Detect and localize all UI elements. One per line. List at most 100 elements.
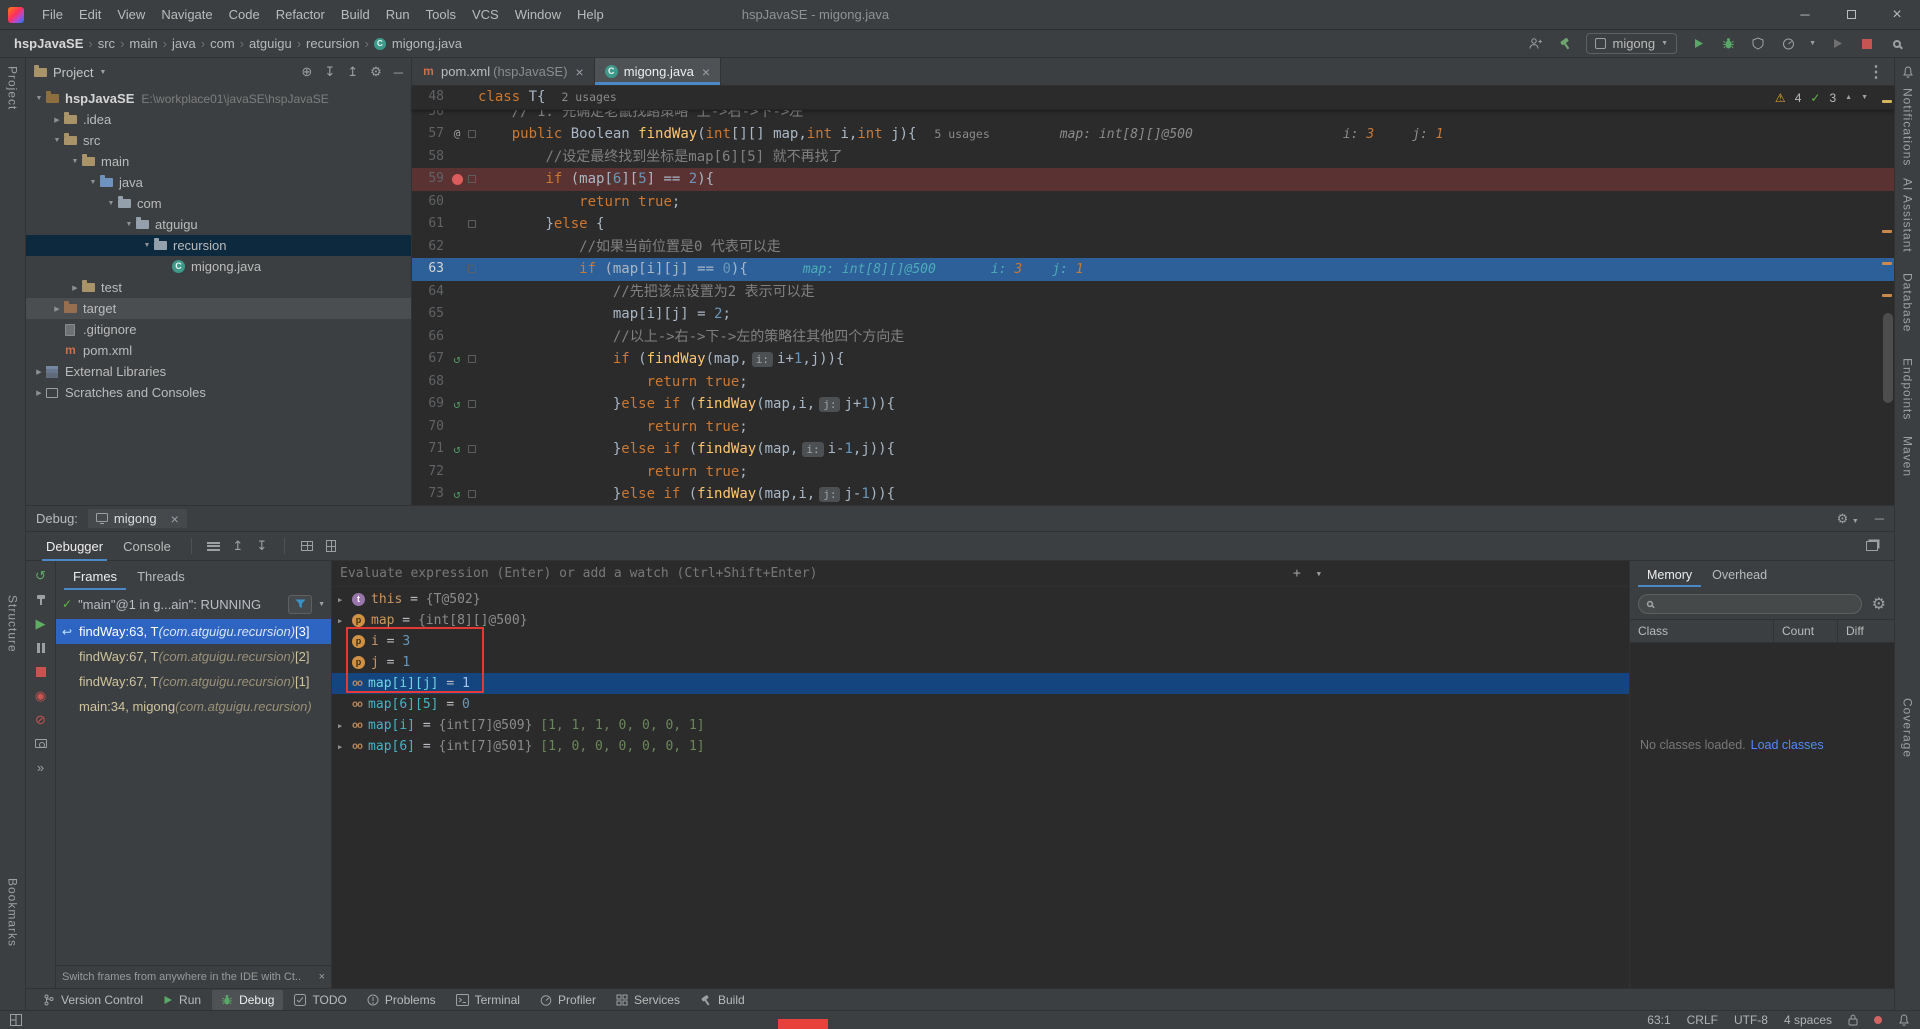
- menu-edit[interactable]: Edit: [71, 0, 109, 30]
- code-line-63[interactable]: 63 if (map[i][j] == 0){map: int[8][]@500…: [412, 258, 1894, 281]
- caret-icon[interactable]: ▶: [68, 284, 82, 292]
- add-watch-icon[interactable]: +: [1293, 566, 1301, 581]
- lock-icon[interactable]: [1848, 1014, 1858, 1026]
- tool-window-switcher-icon[interactable]: [10, 1014, 22, 1026]
- locate-file-icon[interactable]: ⊕: [301, 64, 312, 80]
- caret-icon[interactable]: ▼: [140, 242, 154, 249]
- project-view-chevron-icon[interactable]: ▼: [99, 69, 106, 76]
- code-line-68[interactable]: 68 return true;: [412, 371, 1894, 394]
- code-line-67[interactable]: 67↺ if (findWay(map,i:i+1,j)){: [412, 348, 1894, 371]
- user-plus-icon[interactable]: [1526, 35, 1544, 53]
- load-classes-link[interactable]: Load classes: [1751, 738, 1824, 752]
- fold-icon[interactable]: [466, 130, 478, 138]
- settings-gear-icon[interactable]: ⚙ ▼: [1837, 511, 1859, 527]
- tree-item-external-libraries[interactable]: ▶External Libraries: [26, 361, 411, 382]
- code-line-59[interactable]: 59 if (map[6][5] == 2){: [412, 168, 1894, 191]
- menu-tools[interactable]: Tools: [418, 0, 464, 30]
- minimize-button[interactable]: ─: [1782, 0, 1828, 30]
- tab-console[interactable]: Console: [113, 532, 181, 561]
- caret-icon[interactable]: ▶: [32, 389, 46, 397]
- thread-selector[interactable]: ✓ "main"@1 in g...ain": RUNNING ▼: [56, 591, 331, 617]
- tree-item-hspjavase[interactable]: ▼hspJavaSEE:\workplace01\javaSE\hspJavaS…: [26, 88, 411, 109]
- variable-row-mapi[interactable]: ▶oomap[i] = {int[7]@509} [1, 1, 1, 0, 0,…: [332, 715, 1629, 736]
- prev-problem-icon[interactable]: ▲: [1845, 94, 1852, 101]
- fold-icon[interactable]: [466, 490, 478, 498]
- code-line-57[interactable]: 57@ public Boolean findWay(int[][] map,i…: [412, 123, 1894, 146]
- status-63-1[interactable]: 63:1: [1647, 1013, 1670, 1027]
- rerun-icon[interactable]: ↺: [31, 567, 51, 584]
- mute-breakpoints-icon[interactable]: ⊘: [31, 711, 51, 728]
- stripe-bookmarks[interactable]: Bookmarks: [0, 878, 25, 947]
- close-icon[interactable]: ×: [576, 65, 584, 79]
- error-stripe-mark[interactable]: [1882, 100, 1892, 103]
- stripe-endpoints[interactable]: Endpoints: [1895, 358, 1920, 420]
- status-utf-8[interactable]: UTF-8: [1734, 1013, 1768, 1027]
- search-everywhere-button[interactable]: [1888, 35, 1906, 53]
- code-line-70[interactable]: 70 return true;: [412, 416, 1894, 439]
- thread-dump-icon[interactable]: [31, 735, 51, 752]
- caret-icon[interactable]: ▼: [104, 200, 118, 207]
- layout-menu-icon[interactable]: [202, 536, 226, 556]
- breadcrumb-item[interactable]: src: [98, 36, 115, 51]
- settings-icon[interactable]: ⚙: [370, 64, 382, 80]
- tab-options-icon[interactable]: ⋮: [1858, 58, 1894, 85]
- evaluate-expression-bar[interactable]: Evaluate expression (Enter) or add a wat…: [332, 561, 1629, 587]
- toolbar-debug[interactable]: Debug: [212, 990, 283, 1010]
- caret-icon[interactable]: ▼: [50, 137, 64, 144]
- hide-panel-icon[interactable]: ─: [394, 65, 403, 80]
- code-line-71[interactable]: 71↺ }else if (findWay(map,i:i-1,j)){: [412, 438, 1894, 461]
- variable-row-mapij[interactable]: oomap[i][j] = 1: [332, 673, 1629, 694]
- rerun-button-disabled[interactable]: [1828, 35, 1846, 53]
- tree-item-atguigu[interactable]: ▼atguigu: [26, 214, 411, 235]
- caret-icon[interactable]: ▶: [338, 743, 352, 751]
- ide-error-indicator-icon[interactable]: [1874, 1016, 1882, 1024]
- stripe-structure[interactable]: Structure: [0, 595, 25, 653]
- error-stripe-mark[interactable]: [1882, 230, 1892, 233]
- tab-memory[interactable]: Memory: [1638, 563, 1701, 587]
- restore-layout-icon[interactable]: [1860, 536, 1884, 556]
- watches-table-icon[interactable]: [295, 536, 319, 556]
- close-icon[interactable]: ×: [171, 512, 179, 526]
- build-hammer-icon[interactable]: [1556, 35, 1574, 53]
- stripe-ai-assistant[interactable]: AI Assistant: [1895, 178, 1920, 253]
- breadcrumb-item[interactable]: hspJavaSE: [14, 36, 83, 51]
- thread-dropdown-icon[interactable]: ▼: [318, 601, 325, 608]
- notifications-bell-icon[interactable]: [1895, 66, 1920, 78]
- status-4-spaces[interactable]: 4 spaces: [1784, 1013, 1832, 1027]
- code-line-73[interactable]: 73↺ }else if (findWay(map,i,j:j-1)){: [412, 483, 1894, 505]
- menu-navigate[interactable]: Navigate: [153, 0, 220, 30]
- caret-icon[interactable]: ▶: [50, 305, 64, 313]
- breakpoint-icon[interactable]: [452, 174, 463, 185]
- breadcrumb-item[interactable]: com: [210, 36, 235, 51]
- caret-icon[interactable]: ▶: [50, 116, 64, 124]
- editor-scrollbar[interactable]: [1883, 313, 1893, 403]
- caret-icon[interactable]: ▶: [338, 617, 352, 625]
- column-header-class[interactable]: Class: [1630, 620, 1774, 642]
- caret-icon[interactable]: ▶: [338, 596, 352, 604]
- toolbar-profiler[interactable]: Profiler: [531, 990, 605, 1010]
- code-editor[interactable]: 57@ public Boolean findWay(int[][] map,i…: [412, 123, 1894, 505]
- view-breakpoints-icon[interactable]: ◉: [31, 687, 51, 704]
- caret-icon[interactable]: ▶: [32, 368, 46, 376]
- code-line-64[interactable]: 64 //先把该点设置为2 表示可以走: [412, 281, 1894, 304]
- variable-row-map[interactable]: ▶pmap = {int[8][]@500}: [332, 610, 1629, 631]
- frame-row[interactable]: main:34, migong (com.atguigu.recursion): [56, 694, 331, 719]
- tree-item-test[interactable]: ▶test: [26, 277, 411, 298]
- frame-row[interactable]: findWay:67, T (com.atguigu.recursion) [2…: [56, 644, 331, 669]
- tree-item-migong-java[interactable]: Cmigong.java: [26, 256, 411, 277]
- maximize-button[interactable]: [1828, 0, 1874, 30]
- variable-row-map6[interactable]: ▶oomap[6] = {int[7]@501} [1, 0, 0, 0, 0,…: [332, 736, 1629, 757]
- variable-row-j[interactable]: pj = 1: [332, 652, 1629, 673]
- close-button[interactable]: ×: [1874, 0, 1920, 30]
- stop-icon[interactable]: [31, 663, 51, 680]
- status-crlf[interactable]: CRLF: [1687, 1013, 1718, 1027]
- profiler-button[interactable]: [1779, 35, 1797, 53]
- close-icon[interactable]: ×: [319, 971, 325, 983]
- stripe-notifications[interactable]: Notifications: [1895, 88, 1920, 166]
- tree-item-com[interactable]: ▼com: [26, 193, 411, 214]
- notifications-bell-icon[interactable]: [1898, 1014, 1910, 1026]
- breadcrumb-item[interactable]: java: [172, 36, 196, 51]
- variable-row-this[interactable]: ▶tthis = {T@502}: [332, 589, 1629, 610]
- tree-item-recursion[interactable]: ▼recursion: [26, 235, 411, 256]
- tree-item-java[interactable]: ▼java: [26, 172, 411, 193]
